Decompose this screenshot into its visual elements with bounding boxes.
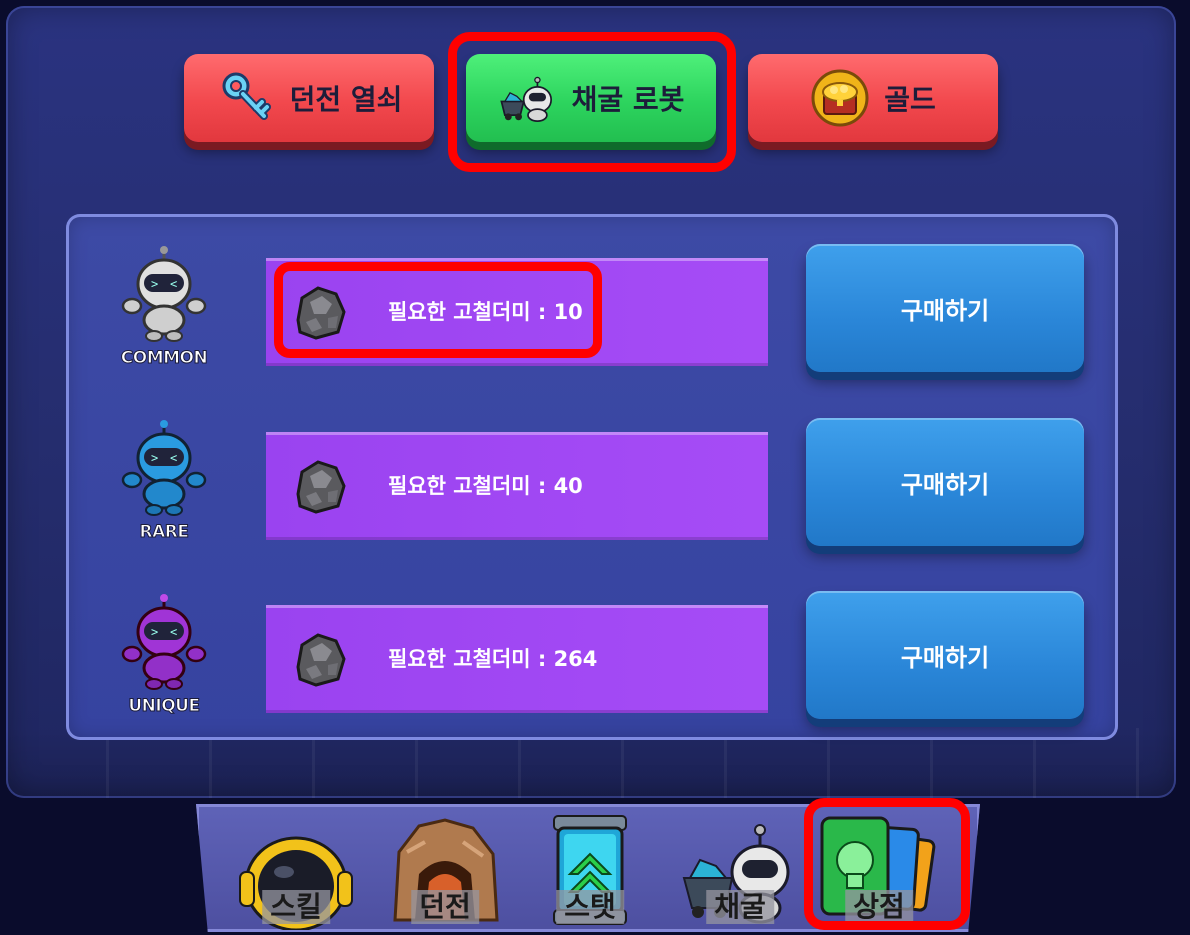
- scrap-ore-icon: [296, 633, 346, 687]
- game-screen: 던전 열쇠 채굴 로봇 골드 > < COMMON 필요한 고철더미: 10 …: [0, 0, 1190, 935]
- rarity-label: RARE: [139, 522, 189, 543]
- rarity-label: UNIQUE: [128, 696, 201, 717]
- buy-button-label: 구매하기: [900, 296, 990, 325]
- cost-text: 필요한 고철더미 : 40: [388, 474, 583, 498]
- robot-common-icon: > <: [121, 246, 207, 342]
- key-icon: [222, 72, 271, 120]
- buy-button-unique[interactable]: 구매하기: [806, 591, 1084, 719]
- robot-unique: > < UNIQUE: [104, 592, 224, 717]
- buy-button-label: 구매하기: [900, 643, 990, 672]
- buy-button-common[interactable]: 구매하기: [806, 244, 1084, 372]
- tab-label: 골드: [884, 83, 936, 116]
- tab-gold[interactable]: 골드: [748, 54, 998, 142]
- svg-text:<: <: [170, 277, 177, 291]
- nav-label: 스탯: [556, 890, 624, 924]
- nav-label: 스킬: [262, 890, 330, 924]
- nav-skill[interactable]: 스킬: [236, 812, 356, 930]
- cost-bar: 필요한 고철더미 : 40: [266, 432, 768, 540]
- nav-label: 상점: [845, 890, 913, 924]
- scrap-ore-icon: [296, 286, 346, 340]
- robot-rare: > < RARE: [104, 418, 224, 543]
- cost-text: 필요한 고철더미 : 10: [388, 300, 583, 324]
- mining-robot-icon: [499, 76, 552, 122]
- tab-dungeon-key[interactable]: 던전 열쇠: [184, 54, 434, 142]
- svg-text:>: >: [151, 625, 158, 639]
- cost-bar: 필요한 고철더미 : 10: [266, 258, 768, 366]
- cost-bar: 필요한 고철더미 : 264: [266, 605, 768, 713]
- scrap-ore-icon: [296, 460, 346, 514]
- tab-mining-robot[interactable]: 채굴 로봇: [466, 54, 716, 142]
- nav-shop[interactable]: 상점: [814, 812, 944, 930]
- gold-chest-icon: [811, 69, 869, 127]
- rarity-label: COMMON: [120, 348, 208, 369]
- nav-stat[interactable]: 스탯: [530, 812, 650, 930]
- svg-text:<: <: [170, 451, 177, 465]
- robot-common: > < COMMON: [104, 244, 224, 369]
- nav-dungeon[interactable]: 던전: [385, 812, 505, 930]
- tab-label: 던전 열쇠: [289, 83, 403, 116]
- nav-label: 던전: [411, 890, 479, 924]
- svg-text:>: >: [151, 277, 158, 291]
- buy-button-label: 구매하기: [900, 470, 990, 499]
- svg-text:>: >: [151, 451, 158, 465]
- robot-unique-icon: > <: [121, 594, 207, 690]
- svg-text:<: <: [170, 625, 177, 639]
- nav-mining[interactable]: 채굴: [680, 812, 800, 930]
- cost-text: 필요한 고철더미 : 264: [388, 647, 598, 671]
- tab-label: 채굴 로봇: [571, 83, 685, 116]
- nav-label: 채굴: [706, 890, 774, 924]
- robot-rare-icon: > <: [121, 420, 207, 516]
- buy-button-rare[interactable]: 구매하기: [806, 418, 1084, 546]
